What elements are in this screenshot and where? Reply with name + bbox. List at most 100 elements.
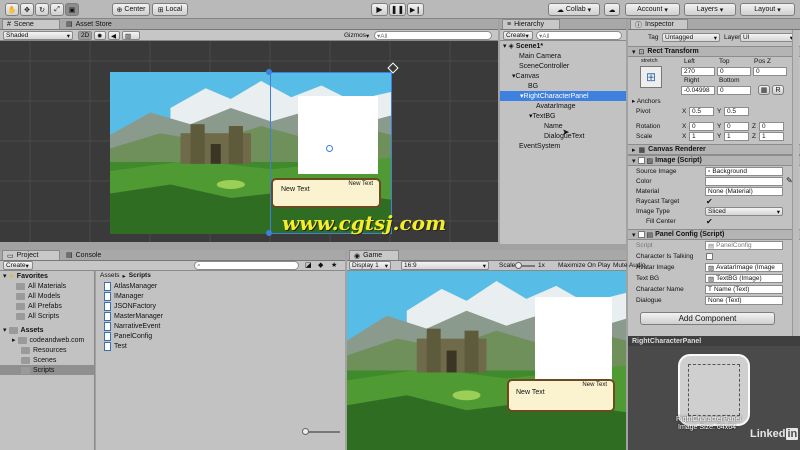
image-enabled-checkbox[interactable] bbox=[637, 157, 645, 164]
script-file-json-factory[interactable]: JSONFactory bbox=[104, 301, 156, 311]
project-search-input[interactable]: ⌕ bbox=[194, 261, 299, 270]
add-component-button[interactable]: Add Component bbox=[640, 312, 775, 325]
favorite-all-models[interactable]: All Models bbox=[16, 291, 60, 301]
rotation-z-field[interactable]: 0 bbox=[759, 122, 784, 131]
raw-edit-button[interactable]: R bbox=[772, 85, 784, 95]
rect-tool-button[interactable]: ▣ bbox=[65, 3, 79, 16]
tab-hierarchy[interactable]: ≡ Hierarchy bbox=[502, 19, 560, 29]
layout-dropdown[interactable]: Layout ▾ bbox=[740, 3, 795, 16]
panel-config-header[interactable]: ▾ ▤ Panel Config (Script) bbox=[628, 229, 800, 240]
assets-header[interactable]: ▾ Assets bbox=[3, 325, 43, 335]
anchor-presets-button[interactable]: ⊞ bbox=[640, 66, 662, 88]
breadcrumb-scripts[interactable]: Scripts bbox=[129, 272, 151, 280]
hierarchy-item-textbg[interactable]: ▾ TextBG bbox=[529, 111, 555, 121]
tag-dropdown[interactable]: Untagged ▾ bbox=[662, 33, 720, 42]
filter-type-icon[interactable]: ◪ bbox=[305, 261, 312, 269]
color-field[interactable] bbox=[705, 177, 783, 186]
panel-config-enabled-checkbox[interactable] bbox=[637, 231, 645, 238]
play-button[interactable]: ▶ bbox=[371, 3, 388, 16]
rotate-tool-button[interactable]: ↻ bbox=[35, 3, 49, 16]
effects-toggle[interactable]: ▨ bbox=[122, 31, 140, 40]
folder-scripts[interactable]: Scripts bbox=[0, 365, 94, 375]
hierarchy-search-input[interactable]: ▾All bbox=[536, 31, 622, 40]
favorite-all-materials[interactable]: All Materials bbox=[16, 281, 66, 291]
filter-label-icon[interactable]: ◆ bbox=[318, 261, 323, 269]
script-file-narrative-event[interactable]: NarrativeEvent bbox=[104, 321, 160, 331]
mute-audio-toggle[interactable]: Mute Audio bbox=[613, 262, 646, 269]
layer-dropdown[interactable]: UI▾ bbox=[740, 33, 796, 42]
game-scale-slider[interactable] bbox=[515, 262, 535, 269]
scene-pivot-handle[interactable] bbox=[326, 145, 333, 152]
display-dropdown[interactable]: Display 1 ▾ bbox=[349, 261, 391, 270]
hierarchy-item-main-camera[interactable]: Main Camera bbox=[519, 51, 561, 61]
script-file-atlas-manager[interactable]: AtlasManager bbox=[104, 281, 157, 291]
text-bg-field[interactable]: ▨ TextBG (Image) bbox=[705, 274, 783, 283]
project-create-dropdown[interactable]: Create ▾ bbox=[3, 261, 33, 270]
gizmos-dropdown[interactable]: Gizmos ▾ bbox=[342, 31, 372, 40]
favorite-all-scripts[interactable]: All Scripts bbox=[16, 311, 59, 321]
rotation-y-field[interactable]: 0 bbox=[724, 122, 749, 131]
scene-dialogue-box[interactable]: New Text New Text bbox=[271, 178, 381, 208]
tab-console[interactable]: ▤ Console bbox=[62, 250, 120, 260]
bottom-field[interactable]: 0 bbox=[717, 86, 751, 95]
pivot-x-field[interactable]: 0.5 bbox=[689, 107, 714, 116]
lighting-toggle[interactable]: ✹ bbox=[94, 31, 106, 40]
inspector-scrollbar[interactable] bbox=[792, 30, 799, 336]
account-dropdown[interactable]: Account ▾ bbox=[625, 3, 680, 16]
canvas-renderer-header[interactable]: ▸ ▦ Canvas Renderer bbox=[628, 144, 800, 155]
right-field[interactable]: -0.04998 bbox=[681, 86, 715, 95]
favorites-header[interactable]: ▾ ★ Favorites bbox=[3, 271, 48, 281]
shading-mode-dropdown[interactable]: Shaded ▾ bbox=[3, 31, 73, 40]
collab-button[interactable]: ☁ Collab ▾ bbox=[548, 3, 600, 16]
pause-button[interactable]: ❚❚ bbox=[389, 3, 406, 16]
character-name-field[interactable]: T Name (Text) bbox=[705, 285, 783, 294]
hierarchy-item-scene-controller[interactable]: SceneController bbox=[519, 61, 569, 71]
scale-x-field[interactable]: 1 bbox=[689, 132, 714, 141]
script-file-imanager[interactable]: IManager bbox=[104, 291, 144, 301]
raycast-target-checkbox[interactable]: ✔ bbox=[706, 197, 713, 206]
scale-y-field[interactable]: 1 bbox=[724, 132, 749, 141]
hierarchy-create-dropdown[interactable]: Create ▾ bbox=[503, 31, 533, 40]
top-field[interactable]: 0 bbox=[717, 67, 751, 76]
tab-inspector[interactable]: ⓘ Inspector bbox=[630, 19, 688, 29]
script-file-test[interactable]: Test bbox=[104, 341, 127, 351]
cloud-services-button[interactable]: ☁ bbox=[604, 3, 620, 16]
rotation-x-field[interactable]: 0 bbox=[689, 122, 714, 131]
icon-size-slider[interactable] bbox=[302, 428, 340, 435]
game-viewport[interactable]: New Text New Text bbox=[347, 271, 626, 450]
layers-dropdown[interactable]: Layers ▾ bbox=[684, 3, 736, 16]
hierarchy-item-canvas[interactable]: ▾ Canvas bbox=[512, 71, 539, 81]
aspect-dropdown[interactable]: 16:9 ▾ bbox=[401, 261, 489, 270]
hierarchy-item-scene[interactable]: ▾ ◈ Scene1* bbox=[503, 41, 623, 51]
character-talking-checkbox[interactable] bbox=[706, 253, 713, 260]
folder-resources[interactable]: Resources bbox=[21, 345, 66, 355]
rect-transform-header[interactable]: ▾ ⊡ Rect Transform bbox=[628, 46, 800, 57]
tab-game[interactable]: ◉ Game bbox=[349, 250, 399, 260]
folder-codeandweb[interactable]: ▸ codeandweb.com bbox=[12, 335, 84, 345]
pivot-local-button[interactable]: ⊞ Local bbox=[152, 3, 188, 16]
breadcrumb-assets[interactable]: Assets bbox=[100, 272, 120, 280]
avatar-image-field[interactable]: ▨ AvatarImage (Image bbox=[705, 263, 783, 272]
posz-field[interactable]: 0 bbox=[753, 67, 787, 76]
hierarchy-item-bg[interactable]: BG bbox=[528, 81, 538, 91]
scale-z-field[interactable]: 1 bbox=[759, 132, 784, 141]
script-file-panel-config[interactable]: PanelConfig bbox=[104, 331, 152, 341]
toggle-2d-button[interactable]: 2D bbox=[78, 31, 92, 40]
anchor-handle-left[interactable] bbox=[266, 69, 272, 75]
favorite-all-prefabs[interactable]: All Prefabs bbox=[16, 301, 62, 311]
scale-tool-button[interactable]: ⤢ bbox=[50, 3, 64, 16]
scene-viewport[interactable]: New Text New Text www.cgtsj.com bbox=[0, 41, 498, 242]
left-field[interactable]: 270 bbox=[681, 67, 715, 76]
blueprint-mode-button[interactable]: ▦ bbox=[758, 85, 770, 95]
pivot-center-button[interactable]: ⊕ Center bbox=[112, 3, 150, 16]
scene-avatar-image[interactable] bbox=[298, 96, 378, 174]
hierarchy-item-right-character-panel[interactable]: ▾ RightCharacterPanel bbox=[500, 91, 626, 101]
source-image-field[interactable]: ▫ Background bbox=[705, 167, 783, 176]
anchors-foldout[interactable]: ▸ Anchors bbox=[632, 97, 661, 105]
pivot-y-field[interactable]: 0.5 bbox=[724, 107, 749, 116]
fill-center-checkbox[interactable]: ✔ bbox=[706, 217, 713, 226]
step-button[interactable]: ▶❙ bbox=[407, 3, 424, 16]
favorite-star-icon[interactable]: ★ bbox=[331, 261, 337, 269]
tab-scene[interactable]: # Scene bbox=[2, 19, 60, 29]
tab-asset-store[interactable]: ▤ Asset Store bbox=[62, 19, 124, 29]
